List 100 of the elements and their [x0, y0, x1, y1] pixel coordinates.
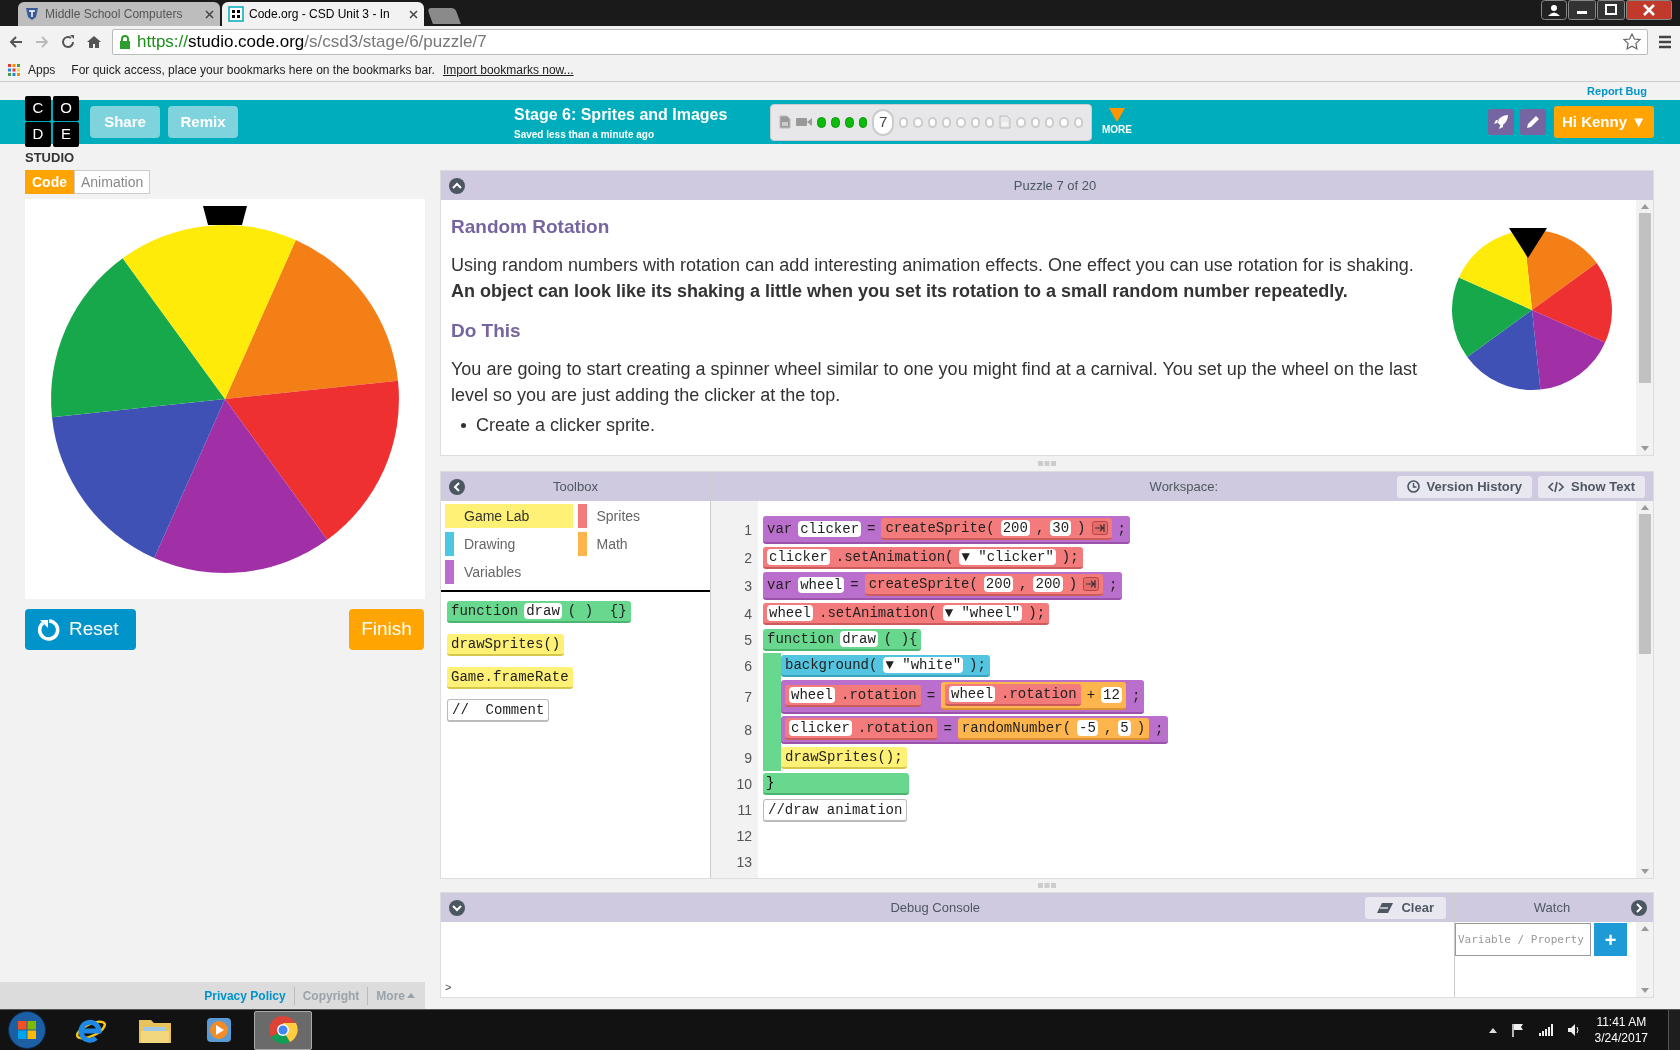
- address-bar[interactable]: https://studio.code.org/s/csd3/stage/6/puzzle/7: [112, 29, 1648, 55]
- code-text: function: [767, 631, 835, 647]
- maximize-icon[interactable]: [1597, 0, 1625, 20]
- scroll-up-icon[interactable]: [1640, 204, 1649, 209]
- show-hidden-icons-icon[interactable]: [1488, 1027, 1497, 1033]
- close-icon[interactable]: [1626, 0, 1672, 20]
- dropdown-triangle-icon[interactable]: [1109, 107, 1125, 122]
- code-block[interactable]: var wheel = createSprite( 200 , 200 ) ;: [763, 572, 1122, 600]
- code-block[interactable]: createSprite( 200 , 200 ): [864, 574, 1104, 596]
- value-slot[interactable]: 12: [1101, 687, 1122, 703]
- code-block[interactable]: createSprite( 200 , 30 ): [881, 518, 1112, 540]
- workspace-button[interactable]: Show Text: [1537, 475, 1645, 498]
- collapse-icon[interactable]: [449, 478, 465, 495]
- flag-icon[interactable]: [1510, 1023, 1525, 1037]
- value-slot[interactable]: clicker: [767, 549, 830, 565]
- toolbox-category[interactable]: Sprites: [577, 504, 706, 528]
- code-block[interactable]: //draw animation: [763, 798, 908, 822]
- value-slot[interactable]: 200: [1000, 520, 1030, 536]
- code-block[interactable]: background( ▼ "white" );: [781, 655, 990, 677]
- watch-input-field[interactable]: Variable / Property: [1455, 923, 1591, 956]
- code-block[interactable]: clicker .rotation: [785, 718, 938, 740]
- value-slot[interactable]: ▼ "clicker": [959, 549, 1056, 565]
- browser-tab[interactable]: Code.org - CSD Unit 3 - In: [222, 2, 424, 26]
- value-slot[interactable]: 5: [1118, 720, 1131, 736]
- expand-arrow-icon[interactable]: [1091, 521, 1108, 535]
- caret-up-icon[interactable]: [407, 993, 415, 998]
- pencil-button[interactable]: [1520, 109, 1546, 135]
- current-level-bubble[interactable]: 7: [872, 108, 894, 136]
- expand-icon[interactable]: [449, 899, 465, 916]
- user-icon[interactable]: [1541, 0, 1567, 20]
- new-tab-button[interactable]: [427, 8, 461, 24]
- value-slot[interactable]: 200: [983, 576, 1014, 592]
- value-slot[interactable]: wheel: [767, 605, 813, 621]
- resize-grip-icon[interactable]: [1038, 883, 1056, 888]
- code-block[interactable]: // Comment: [447, 699, 550, 722]
- browser-tab[interactable]: Middle School Computers: [18, 2, 220, 26]
- minimize-icon[interactable]: [1568, 0, 1596, 20]
- back-icon[interactable]: [8, 34, 24, 50]
- taskbar-app[interactable]: [254, 1010, 312, 1050]
- code-block[interactable]: wheel .setAnimation( ▼ "wheel" );: [763, 603, 1050, 625]
- value-slot[interactable]: wheel: [789, 687, 835, 703]
- code-block[interactable]: randomNumber( -5 , 5 ): [957, 718, 1150, 740]
- document-icon[interactable]: [779, 115, 791, 129]
- value-slot[interactable]: ▼ "wheel": [942, 605, 1023, 621]
- forward-icon[interactable]: [34, 34, 50, 50]
- scrollbar[interactable]: [1636, 501, 1653, 878]
- toolbox-category[interactable]: Variables: [445, 560, 573, 584]
- scrollbar[interactable]: [1636, 200, 1653, 455]
- close-icon[interactable]: [205, 9, 214, 19]
- bookmark-star-icon[interactable]: [1623, 33, 1641, 51]
- code-block[interactable]: clicker .rotation = randomNumber( -5 , 5 ) ;: [781, 716, 1168, 744]
- resize-grip-icon[interactable]: [1038, 461, 1056, 466]
- close-icon[interactable]: [409, 9, 418, 19]
- code-block[interactable]: wheel .rotation: [945, 684, 1081, 706]
- code-block[interactable]: function draw ( ){: [763, 629, 922, 651]
- value-slot[interactable]: wheel: [949, 686, 996, 702]
- code-text: .setAnimation(: [819, 605, 937, 621]
- toolbox-category[interactable]: Drawing: [445, 532, 573, 556]
- toolbox-category[interactable]: Math: [577, 532, 706, 556]
- code-block[interactable]: wheel .rotation: [785, 685, 921, 707]
- signal-icon[interactable]: [1538, 1024, 1553, 1036]
- expand-icon[interactable]: [1631, 899, 1647, 916]
- document-icon[interactable]: [999, 115, 1012, 129]
- scroll-down-icon[interactable]: [1640, 446, 1649, 451]
- scroll-down-icon[interactable]: [1640, 988, 1649, 993]
- import-bookmarks-link[interactable]: Import bookmarks now...: [442, 60, 574, 79]
- collapse-icon[interactable]: [449, 177, 465, 194]
- reload-icon[interactable]: [60, 34, 76, 50]
- workspace-button[interactable]: Version History: [1396, 475, 1532, 498]
- scroll-up-icon[interactable]: [1640, 926, 1649, 931]
- menu-icon[interactable]: [1658, 35, 1672, 49]
- value-slot[interactable]: draw: [524, 603, 562, 619]
- code-block[interactable]: wheel .rotation + 12: [941, 682, 1126, 710]
- rocket-button[interactable]: [1488, 109, 1514, 135]
- scroll-down-icon[interactable]: [1640, 869, 1649, 874]
- start-button[interactable]: [8, 1011, 46, 1049]
- value-slot[interactable]: clicker: [798, 521, 862, 537]
- value-slot[interactable]: clicker: [789, 720, 852, 736]
- value-slot[interactable]: ▼ "white": [883, 657, 964, 673]
- toolbox-category[interactable]: Game Lab: [445, 504, 573, 528]
- clear-button[interactable]: Clear: [1365, 896, 1446, 919]
- code-block[interactable]: function draw ( ) {}: [447, 601, 631, 623]
- video-camera-icon[interactable]: [796, 116, 812, 128]
- apps-icon[interactable]: [8, 63, 20, 76]
- value-slot[interactable]: draw: [840, 631, 878, 647]
- scroll-up-icon[interactable]: [1640, 505, 1649, 510]
- code-block[interactable]: var clicker = createSprite( 200 , 30 ) ;: [763, 516, 1130, 544]
- show-desktop-button[interactable]: [1668, 1010, 1680, 1050]
- apps-link[interactable]: Apps: [28, 60, 56, 79]
- code-block[interactable]: wheel .rotation = wheel .rotation + 12 ;: [781, 680, 1145, 714]
- function-block-end[interactable]: }: [763, 773, 909, 795]
- value-slot[interactable]: 200: [1033, 576, 1063, 592]
- code-block[interactable]: clicker .setAnimation( ▼ "clicker" );: [763, 547, 1083, 569]
- mode-tab[interactable]: Animation: [74, 170, 151, 194]
- scrollbar[interactable]: [1636, 922, 1653, 997]
- home-icon[interactable]: [86, 34, 102, 50]
- value-slot[interactable]: wheel: [798, 577, 845, 593]
- value-slot[interactable]: -5: [1077, 720, 1098, 736]
- value-slot[interactable]: 30: [1050, 520, 1072, 536]
- speaker-icon[interactable]: [1566, 1023, 1581, 1037]
